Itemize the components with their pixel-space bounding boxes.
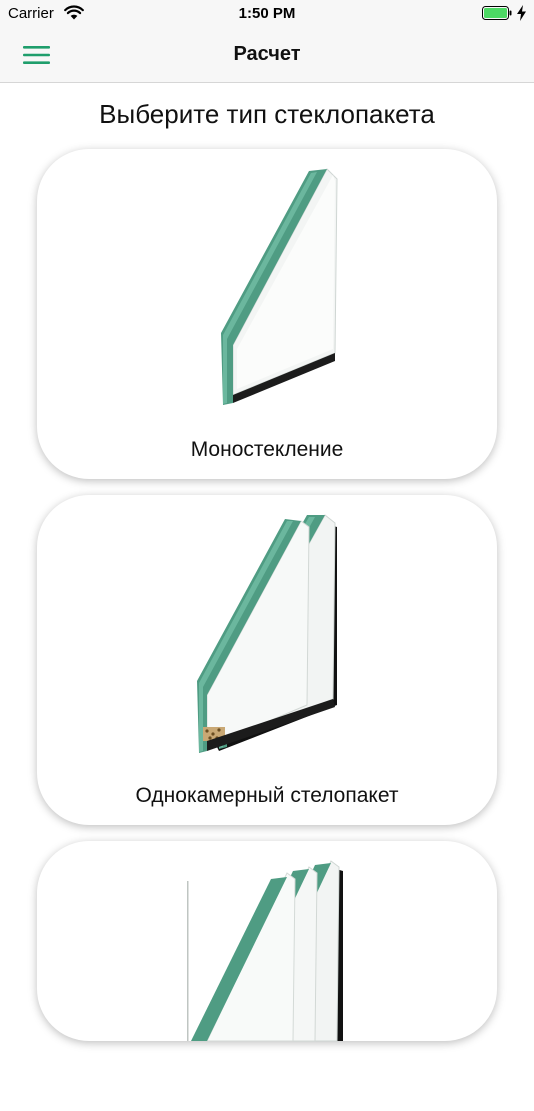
status-time: 1:50 PM bbox=[238, 5, 296, 22]
battery-icon bbox=[482, 6, 512, 20]
charging-bolt-icon bbox=[517, 5, 526, 21]
double-glazing-image bbox=[197, 514, 337, 753]
option-card-triple-glazing[interactable] bbox=[37, 841, 497, 1042]
option-card-double-glazing[interactable]: Однокамерный стелопакет bbox=[37, 495, 497, 825]
option-label: Однокамерный стелопакет bbox=[135, 784, 399, 807]
status-bar: Carrier 1:50 PM bbox=[0, 0, 534, 28]
navigation-bar: Расчет bbox=[0, 28, 534, 83]
option-card-single-glazing[interactable]: Моностекление bbox=[37, 149, 497, 479]
page-heading: Выберите тип стеклопакета bbox=[99, 99, 435, 129]
nav-title: Расчет bbox=[233, 43, 301, 65]
triple-glazing-image bbox=[187, 860, 343, 1042]
option-label: Моностекление bbox=[190, 438, 344, 461]
single-glazing-image bbox=[221, 168, 338, 405]
